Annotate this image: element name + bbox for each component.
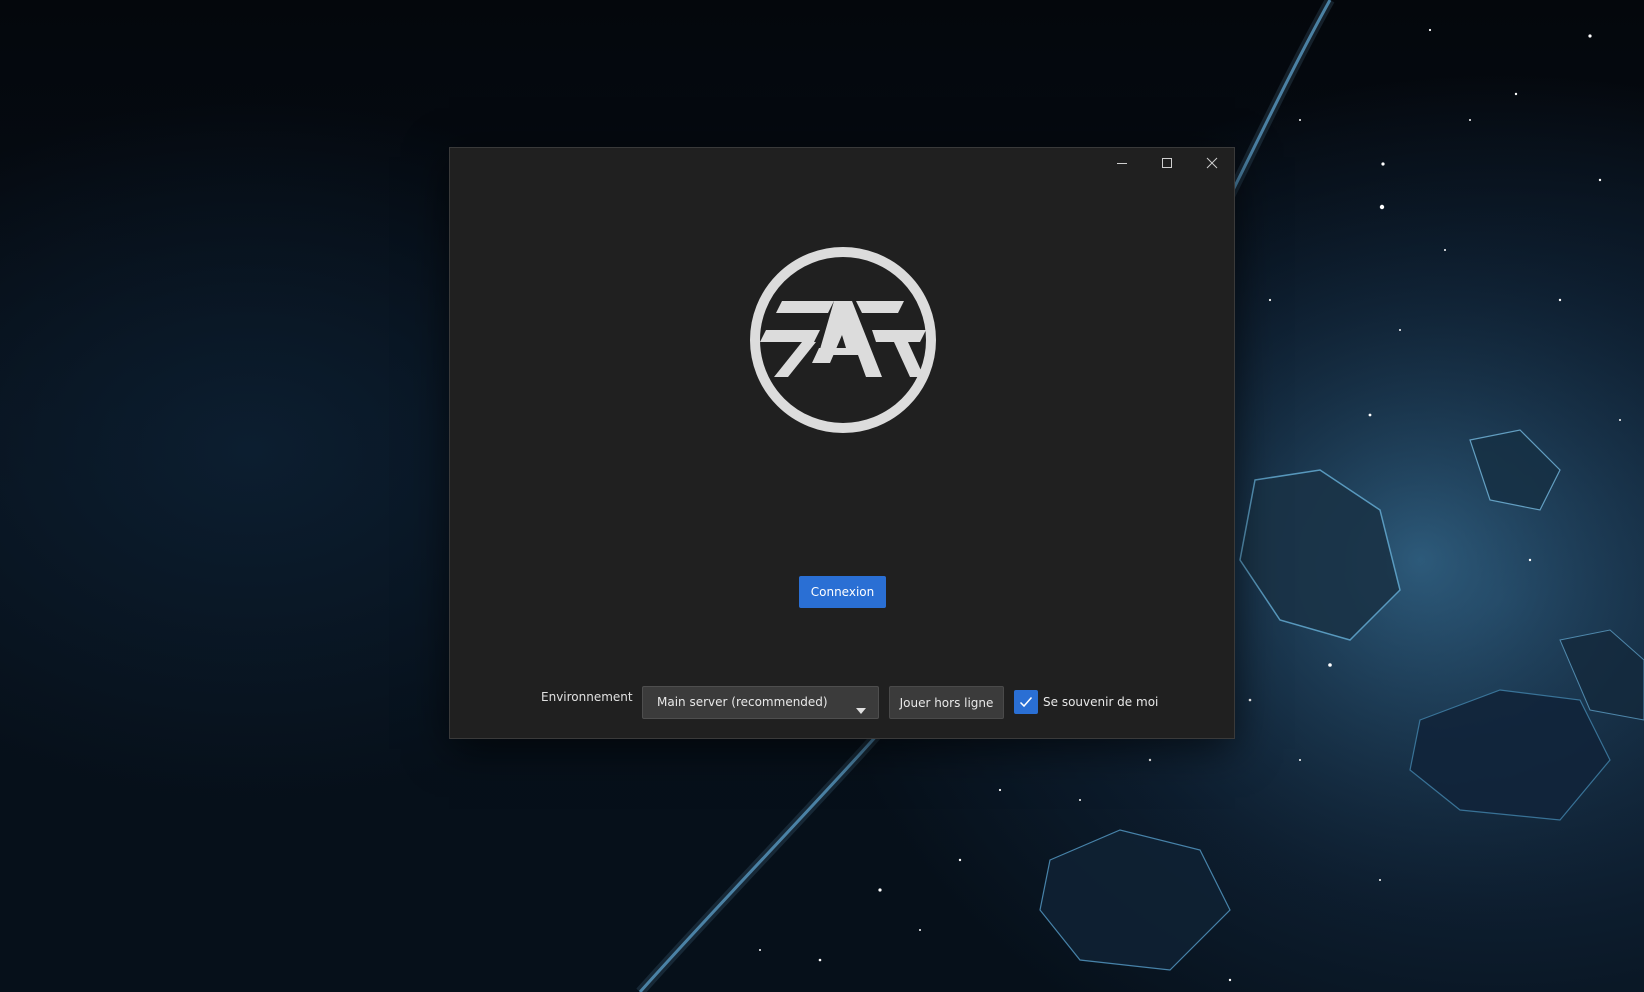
environment-select[interactable]: Main server (recommended): [642, 686, 879, 719]
minimize-icon: [1116, 157, 1128, 169]
faf-logo: [746, 243, 940, 437]
faf-logo-icon: [750, 247, 936, 433]
remember-me-label: Se souvenir de moi: [1043, 695, 1159, 709]
title-bar[interactable]: [450, 148, 1234, 180]
login-button[interactable]: Connexion: [799, 576, 886, 608]
environment-selected-value: Main server (recommended): [657, 695, 828, 709]
close-icon: [1206, 157, 1218, 169]
remember-me-checkbox[interactable]: [1014, 690, 1038, 714]
chevron-down-icon: [856, 699, 866, 714]
play-offline-button[interactable]: Jouer hors ligne: [889, 686, 1004, 719]
login-window: Connexion Environnement Main server (rec…: [449, 147, 1235, 739]
maximize-icon: [1161, 157, 1173, 169]
environment-label: Environnement: [541, 690, 633, 704]
window-controls: [1099, 148, 1234, 180]
maximize-button[interactable]: [1144, 148, 1189, 178]
close-button[interactable]: [1189, 148, 1234, 178]
minimize-button[interactable]: [1099, 148, 1144, 178]
remember-me-toggle[interactable]: Se souvenir de moi: [1014, 690, 1158, 714]
checkmark-icon: [1019, 693, 1033, 712]
